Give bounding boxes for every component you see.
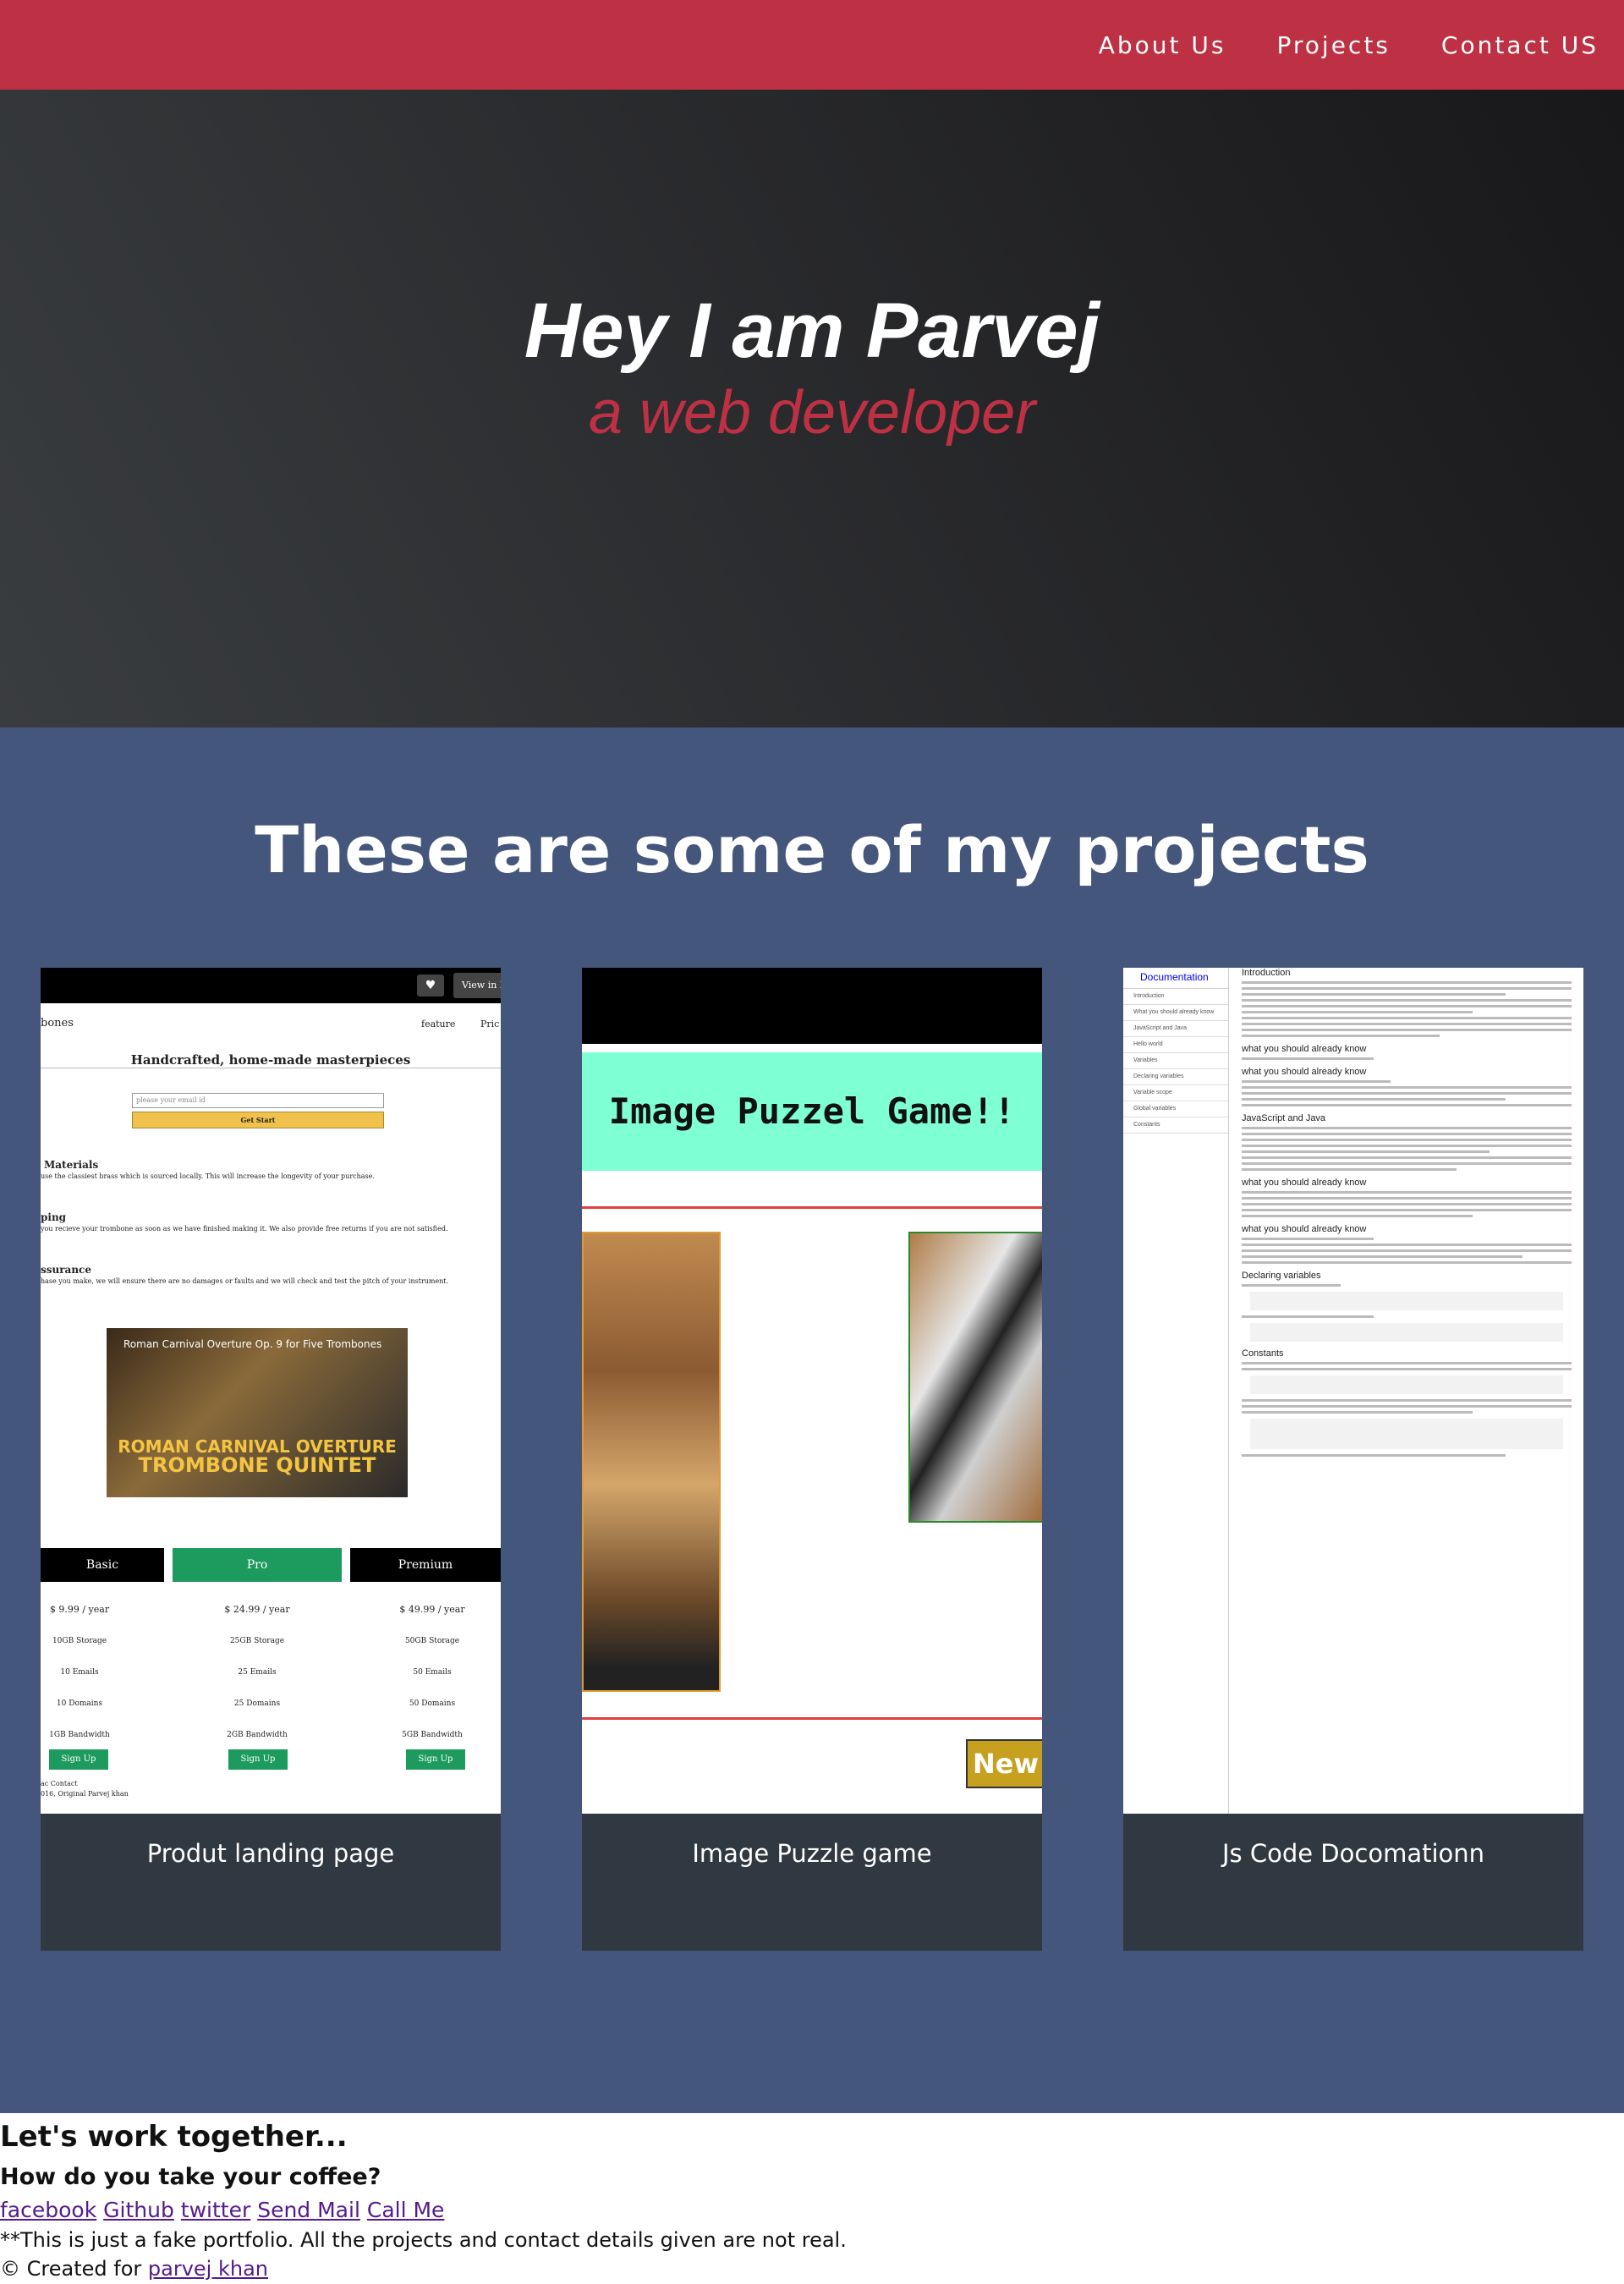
- landing-footer-text: 016, Original Parvej khan: [41, 1790, 129, 1798]
- video-title: Roman Carnival Overture Op. 9 for Five T…: [123, 1338, 382, 1350]
- plan-signup-button: Sign Up: [49, 1749, 108, 1770]
- plan-header: Pro: [173, 1548, 342, 1582]
- docs-sidebar-item: What you should already know: [1123, 1005, 1228, 1021]
- plan-feature: 50 Domains: [409, 1699, 456, 1708]
- nav-link-projects[interactable]: Projects: [1277, 31, 1391, 59]
- plan-feature: 5GB Bandwidth: [402, 1731, 463, 1739]
- docs-section-heading: what you should already know: [1242, 1044, 1367, 1054]
- email-field: please your email id: [132, 1093, 384, 1108]
- welcome-section: Hey I am Parvej a web developer: [0, 90, 1624, 727]
- docs-section-heading: what you should already know: [1242, 1178, 1367, 1188]
- feature-title: ping: [41, 1211, 67, 1223]
- hero-subtitle: a web developer: [588, 379, 1036, 447]
- docs-sidebar-item: Global variables: [1123, 1101, 1228, 1117]
- docs-sidebar-item: Declaring variables: [1123, 1069, 1228, 1085]
- video-caption: TROMBONE QUINTET: [138, 1453, 376, 1477]
- docs-section-heading: Introduction: [1242, 968, 1291, 978]
- call-me-link[interactable]: Call Me: [367, 2198, 445, 2222]
- plan-feature: 25 Emails: [238, 1668, 277, 1677]
- docs-sidebar-title: Documentation: [1123, 968, 1228, 989]
- video-thumbnail: Roman Carnival Overture Op. 9 for Five T…: [107, 1328, 408, 1497]
- project-screenshot: ♥ View in Edi bones feature Pric Handcra…: [41, 968, 501, 1814]
- feature-title: ssurance: [41, 1264, 91, 1276]
- plan-feature: 10 Domains: [56, 1699, 103, 1708]
- project-screenshot: Documentation Introduction What you shou…: [1123, 968, 1583, 1814]
- plan-header: Premium: [350, 1548, 501, 1582]
- disclaimer-text: **This is just a fake portfolio. All the…: [0, 2228, 847, 2252]
- project-screenshot: Image Puzzel Game!! New: [582, 968, 1042, 1814]
- docs-section-heading: what you should already know: [1242, 1067, 1367, 1077]
- project-tile-landing-page[interactable]: ♥ View in Edi bones feature Pric Handcra…: [41, 968, 501, 1951]
- divider: [582, 1717, 1042, 1720]
- github-link[interactable]: Github: [103, 2198, 174, 2222]
- plan-price: $ 24.99 / year: [224, 1604, 290, 1615]
- docs-sidebar-item: JavaScript and Java: [1123, 1021, 1228, 1037]
- project-title: Produt landing page: [146, 1839, 395, 1868]
- plan-price: $ 9.99 / year: [49, 1604, 110, 1615]
- docs-sidebar-item: Constants: [1123, 1117, 1228, 1134]
- docs-section-heading: Declaring variables: [1242, 1271, 1321, 1281]
- get-started-button: Get Start: [132, 1112, 384, 1128]
- docs-section-heading: Constants: [1242, 1348, 1284, 1359]
- screenshot-topbar: [582, 968, 1042, 1044]
- docs-section-heading: what you should already know: [1242, 1224, 1367, 1234]
- puzzle-banner: Image Puzzel Game!!: [582, 1052, 1042, 1171]
- contact-heading: Let's work together...: [0, 2120, 348, 2154]
- plan-header: Basic: [41, 1548, 164, 1582]
- feature-text: hase you make, we will ensure there are …: [41, 1277, 449, 1285]
- plan-price: $ 49.99 / year: [399, 1604, 465, 1615]
- plan-feature: 10 Emails: [60, 1668, 99, 1677]
- feature-title: Materials: [44, 1159, 99, 1171]
- nav-pricing: Pric: [480, 1018, 500, 1029]
- plan-feature: 25GB Storage: [229, 1637, 285, 1645]
- view-button: View in Edi: [453, 973, 501, 998]
- project-tile-js-docs[interactable]: Documentation Introduction What you shou…: [1123, 968, 1583, 1951]
- credit-prefix: © Created for: [0, 2257, 142, 2281]
- divider: [582, 1206, 1042, 1209]
- projects-section: These are some of my projects ♥ View in …: [0, 727, 1624, 2113]
- project-title: Image Puzzle game: [692, 1839, 932, 1868]
- docs-main: Introduction what you should already kno…: [1242, 968, 1572, 1460]
- docs-sidebar-item: Introduction: [1123, 989, 1228, 1005]
- plan-feature: 50 Emails: [413, 1668, 452, 1677]
- contact-links: facebook Github twitter Send Mail Call M…: [0, 2198, 444, 2222]
- feature-text: use the classiest brass which is sourced…: [41, 1172, 375, 1180]
- project-title: Js Code Docomationn: [1221, 1839, 1485, 1868]
- plan-feature: 2GB Bandwidth: [227, 1731, 288, 1739]
- video-caption: ROMAN CARNIVAL OVERTURE: [118, 1436, 397, 1457]
- plan-feature: 25 Domains: [233, 1699, 281, 1708]
- heart-icon: ♥: [417, 975, 444, 997]
- plan-feature: 50GB Storage: [404, 1637, 460, 1645]
- plan-feature: 10GB Storage: [52, 1637, 107, 1645]
- plan-signup-button: Sign Up: [406, 1749, 465, 1770]
- nav-link-about[interactable]: About Us: [1099, 31, 1226, 59]
- puzzle-piece-image: [908, 1232, 1042, 1523]
- credit-line: © Created for parvej khan: [0, 2257, 268, 2281]
- author-link[interactable]: parvej khan: [148, 2257, 268, 2281]
- docs-section-heading: JavaScript and Java: [1242, 1113, 1326, 1123]
- nav-feature: feature: [421, 1018, 456, 1029]
- projects-heading: These are some of my projects: [255, 812, 1369, 887]
- facebook-link[interactable]: facebook: [0, 2198, 96, 2222]
- contact-subheading: How do you take your coffee?: [0, 2164, 381, 2190]
- nav-link-contact[interactable]: Contact US: [1441, 31, 1599, 59]
- hero-title: Hey I am Parvej: [524, 288, 1100, 374]
- puzzle-piece-image: [582, 1232, 721, 1692]
- landing-footer-text: ac Contact: [41, 1780, 78, 1787]
- feature-text: you recieve your trombone as soon as we …: [41, 1225, 448, 1233]
- navbar: About Us Projects Contact US: [0, 0, 1624, 90]
- project-tile-puzzle-game[interactable]: Image Puzzel Game!! New Image Puzzle gam…: [582, 968, 1042, 1951]
- send-mail-link[interactable]: Send Mail: [257, 2198, 360, 2222]
- new-badge: New: [966, 1739, 1042, 1788]
- docs-sidebar: Documentation Introduction What you shou…: [1123, 968, 1229, 1814]
- landing-headline: Handcrafted, home-made masterpieces: [130, 1052, 411, 1068]
- plan-signup-button: Sign Up: [228, 1749, 288, 1770]
- brand-label: bones: [41, 1017, 74, 1029]
- twitter-link[interactable]: twitter: [181, 2198, 250, 2222]
- docs-sidebar-item: Variable scope: [1123, 1085, 1228, 1101]
- docs-sidebar-item: Hello world: [1123, 1037, 1228, 1053]
- docs-sidebar-item: Variables: [1123, 1053, 1228, 1069]
- plan-feature: 1GB Bandwidth: [49, 1731, 110, 1739]
